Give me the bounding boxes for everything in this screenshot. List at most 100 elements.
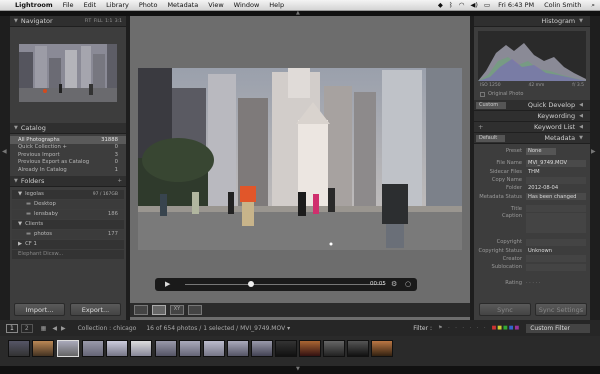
thumbnail[interactable]	[82, 340, 104, 357]
menu-edit[interactable]: Edit	[79, 1, 102, 9]
original-photo-checkbox[interactable]	[480, 91, 485, 97]
metadata-title[interactable]: Title	[474, 205, 590, 213]
metadata-preset-row[interactable]: Preset None	[474, 147, 590, 155]
thumbnail[interactable]	[130, 340, 152, 357]
navigator-preview[interactable]	[19, 44, 117, 102]
frame-options-icon[interactable]: ⚙	[391, 280, 397, 288]
left-panel-toggle-icon[interactable]: ◀	[2, 148, 7, 155]
metadata-preset-select[interactable]: Default	[476, 134, 506, 142]
keywording-header[interactable]: Keywording ◀	[474, 111, 590, 122]
filter-flags[interactable]: ⚑ · · · · · ·	[438, 325, 488, 331]
metadata-caption[interactable]: Caption	[474, 213, 590, 235]
folder-desktop[interactable]: ▬ Desktop	[12, 199, 124, 209]
rating-dots[interactable]: · · · · ·	[526, 280, 540, 286]
wifi-icon[interactable]: ◠	[456, 1, 468, 9]
capture-frame-icon[interactable]: ○	[405, 280, 411, 288]
metadata-copyright[interactable]: Copyright	[474, 238, 590, 246]
right-panel-toggle-icon[interactable]: ▶	[591, 148, 596, 155]
import-button[interactable]: Import...	[14, 303, 65, 316]
app-menu[interactable]: Lightroom	[10, 1, 58, 9]
thumbnail[interactable]	[227, 340, 249, 357]
metadata-copy-name[interactable]: Copy Name	[474, 176, 590, 184]
keyword-list-header[interactable]: + Keyword List ◀	[474, 122, 590, 133]
thumbnail[interactable]	[106, 340, 128, 357]
volume-icon[interactable]: ◀)	[467, 1, 481, 9]
export-button[interactable]: Export...	[70, 303, 121, 316]
thumbnail-selected[interactable]	[57, 340, 79, 357]
dropbox-icon[interactable]: ◆	[435, 1, 446, 9]
video-frame[interactable]	[138, 68, 462, 250]
folder-lensbaby[interactable]: ▬ lensbaby 186	[12, 209, 124, 219]
navigator-header[interactable]: ▼ Navigator FIT FILL 1:1 3:1	[10, 16, 126, 27]
thumbnail[interactable]	[8, 340, 30, 357]
survey-view-icon[interactable]	[188, 305, 202, 315]
thumbnail[interactable]	[275, 340, 297, 357]
page-1-button[interactable]: 1	[6, 323, 18, 333]
menu-library[interactable]: Library	[101, 1, 134, 9]
bottom-panel-toggle-icon[interactable]: ▼	[296, 366, 300, 372]
photo-count[interactable]: 16 of 654 photos / 1 selected / MVI_9749…	[146, 325, 290, 332]
menu-window[interactable]: Window	[229, 1, 265, 9]
thumbnail[interactable]	[32, 340, 54, 357]
menu-file[interactable]: File	[58, 1, 79, 9]
catalog-item-previous-export[interactable]: Previous Export as Catalog 0	[10, 159, 126, 167]
page-2-button[interactable]: 2	[20, 323, 33, 333]
thumbnail[interactable]	[323, 340, 345, 357]
metadata-status[interactable]: Metadata Status Has been changed	[474, 192, 590, 201]
add-keyword-icon[interactable]: +	[478, 123, 483, 131]
loupe-view-icon[interactable]	[152, 305, 166, 315]
metadata-header[interactable]: Default Metadata ▼	[474, 133, 590, 144]
menu-view[interactable]: View	[203, 1, 228, 9]
thumbnail[interactable]	[203, 340, 225, 357]
catalog-item-already-in-catalog[interactable]: Already In Catalog 1	[10, 166, 126, 174]
thumbnail[interactable]	[347, 340, 369, 357]
quick-develop-preset[interactable]: Custom	[476, 101, 507, 109]
thumbnail[interactable]	[299, 340, 321, 357]
play-icon[interactable]: ▶	[165, 280, 170, 288]
thumbnail[interactable]	[155, 340, 177, 357]
volume-clients[interactable]: ▼ Clients	[12, 219, 124, 229]
custom-filter-select[interactable]: Custom Filter	[526, 323, 590, 333]
metadata-sublocation[interactable]: Sublocation	[474, 263, 590, 271]
add-folder-icon[interactable]: +	[117, 178, 122, 184]
histogram-header[interactable]: Histogram ▼	[474, 16, 590, 27]
clock[interactable]: Fri 6:43 PM	[493, 1, 539, 9]
catalog-item-previous-import[interactable]: Previous Import 3	[10, 151, 126, 159]
sync-button[interactable]: Sync	[479, 303, 531, 316]
catalog-header[interactable]: ▼ Catalog	[10, 123, 126, 134]
grid-icon[interactable]: ▦	[41, 325, 47, 332]
metadata-creator[interactable]: Creator	[474, 255, 590, 263]
collection-source[interactable]: Collection : chicago	[78, 325, 137, 332]
menu-photo[interactable]: Photo	[134, 1, 163, 9]
metadata-copyright-status[interactable]: Copyright Status Unknown	[474, 246, 590, 254]
battery-icon[interactable]: ▭	[481, 1, 493, 9]
catalog-item-quick-collection[interactable]: Quick Collection +0	[10, 144, 126, 152]
volume-cf1[interactable]: ▶ CF 1	[12, 239, 124, 249]
folder-elephant[interactable]: Elephant Dicsw...	[12, 249, 124, 259]
bluetooth-icon[interactable]: ᛒ	[446, 1, 456, 9]
compare-view-icon[interactable]: XY	[170, 305, 184, 315]
metadata-rating[interactable]: Rating · · · · ·	[474, 279, 590, 287]
metadata-file-name[interactable]: File Name MVI_9749.MOV	[474, 159, 590, 167]
volume-legolas[interactable]: ▼ legolas 97 / 167GB	[12, 189, 124, 199]
forward-icon[interactable]: ▶	[61, 325, 66, 332]
histogram-graph[interactable]	[478, 31, 586, 81]
folder-photos[interactable]: ▬ photos 177	[12, 229, 124, 239]
quick-develop-header[interactable]: Custom Quick Develop ◀	[474, 100, 590, 111]
scrubber-handle[interactable]	[248, 281, 254, 287]
sync-settings-button[interactable]: Sync Settings	[535, 303, 587, 316]
color-label-filters[interactable]: ■■■■■	[492, 325, 521, 331]
video-scrubber[interactable]	[185, 284, 385, 285]
thumbnail[interactable]	[251, 340, 273, 357]
thumbnail[interactable]	[179, 340, 201, 357]
navigator-zoom-options[interactable]: FIT FILL 1:1 3:1	[85, 19, 122, 24]
folders-header[interactable]: ▼ Folders +	[10, 175, 126, 187]
menu-help[interactable]: Help	[264, 1, 289, 9]
thumbnail[interactable]	[371, 340, 393, 357]
back-icon[interactable]: ◀	[52, 325, 57, 332]
grid-view-icon[interactable]	[134, 305, 148, 315]
menu-metadata[interactable]: Metadata	[162, 1, 203, 9]
catalog-item-all-photographs[interactable]: All Photographs 31888	[10, 136, 126, 144]
spotlight-icon[interactable]: ⌕	[586, 1, 600, 10]
user-menu[interactable]: Colin Smith	[539, 1, 586, 9]
